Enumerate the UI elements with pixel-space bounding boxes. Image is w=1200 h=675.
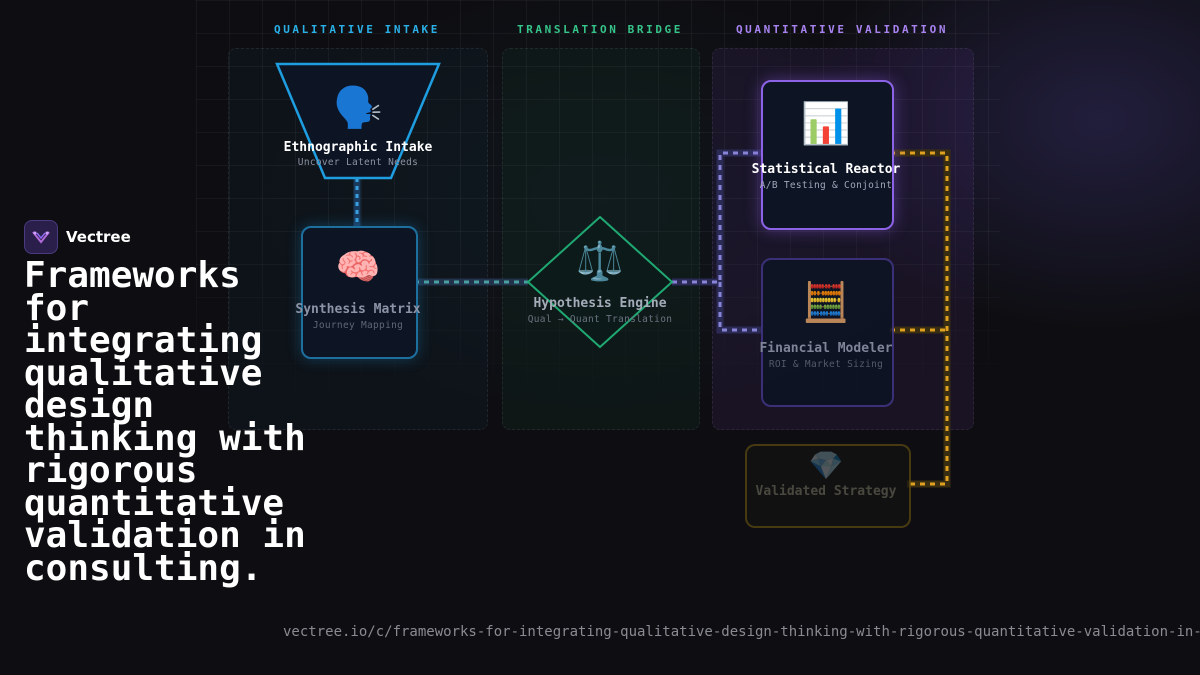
node-financial-sub: ROI & Market Sizing [768,359,884,370]
node-ethnographic[interactable]: 🗣️ Ethnographic Intake Uncover Latent Ne… [277,88,439,168]
brand-name: Vectree [66,228,131,246]
node-statistical-title: Statistical Reactor [751,162,901,177]
node-statistical: 📊 Statistical Reactor A/B Testing & Conj… [746,104,906,191]
node-hypothesis-sub: Qual → Quant Translation [527,314,673,325]
brand[interactable]: Vectree [24,220,131,254]
vectree-logo-icon [24,220,58,254]
page-url[interactable]: vectree.io/c/frameworks-for-integrating-… [283,624,1200,640]
speaking-head-icon: 🗣️ [333,85,383,131]
page-headline: Frameworks for integrating qualitative d… [24,255,306,589]
node-hypothesis-title: Hypothesis Engine [533,296,667,311]
bar-chart-icon: 📊 [801,101,851,147]
node-financial-title: Financial Modeler [759,341,893,356]
node-financial: 🧮 Financial Modeler ROI & Market Sizing [746,283,906,370]
node-validated-title: Validated Strategy [755,484,897,499]
balance-scale-icon: ⚖️ [576,239,624,283]
node-ethnographic-sub: Uncover Latent Needs [297,157,419,168]
node-statistical-sub: A/B Testing & Conjoint [759,180,893,191]
abacus-icon: 🧮 [802,280,850,324]
node-hypothesis[interactable]: ⚖️ Hypothesis Engine Qual → Quant Transl… [520,242,680,325]
gem-icon: 💎 [808,449,844,482]
node-ethnographic-title: Ethnographic Intake [283,140,433,155]
node-validated: 💎 Validated Strategy [745,449,907,500]
